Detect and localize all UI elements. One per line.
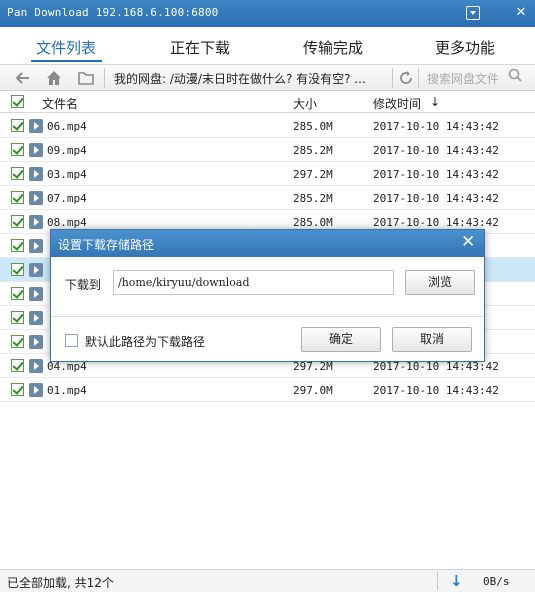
file-name: 07.mp4 (47, 192, 87, 205)
download-path-input[interactable]: /home/kiryuu/download (113, 270, 394, 295)
video-file-icon (29, 335, 43, 349)
file-name: 06.mp4 (47, 120, 87, 133)
default-path-checkbox[interactable] (65, 334, 78, 347)
dropdown-menu-icon[interactable] (466, 6, 480, 20)
file-list-header: 文件名 大小 修改时间 ↓ (0, 91, 535, 113)
file-modified-time: 2017-10-10 14:43:42 (373, 144, 499, 157)
breadcrumb: 我的网盘: /动漫/末日时在做什么? 有没有空? ... (114, 72, 366, 86)
video-file-icon (29, 359, 43, 373)
dialog-close-icon[interactable]: ✕ (461, 232, 475, 252)
video-file-icon (29, 383, 43, 397)
dialog-title-bar: 设置下载存储路径 ✕ (51, 230, 484, 257)
column-modified-time[interactable]: 修改时间 (373, 95, 421, 112)
file-name: 09.mp4 (47, 144, 87, 157)
row-checkbox[interactable] (11, 335, 24, 348)
column-size[interactable]: 大小 (293, 95, 317, 112)
ok-button[interactable]: 确定 (301, 327, 381, 352)
close-icon[interactable]: ✕ (514, 6, 528, 20)
file-size: 297.0M (293, 384, 333, 397)
row-checkbox[interactable] (11, 119, 24, 132)
table-row[interactable]: 09.mp4 285.2M 2017-10-10 14:43:42 (0, 138, 535, 162)
sort-desc-icon: ↓ (430, 95, 441, 109)
dialog-divider (51, 316, 484, 317)
default-path-label[interactable]: 默认此路径为下载路径 (85, 333, 205, 350)
select-all-checkbox[interactable] (11, 95, 24, 108)
tab-completed[interactable]: 传输完成 (303, 37, 363, 58)
toolbar-divider (392, 68, 393, 88)
column-name[interactable]: 文件名 (42, 95, 78, 112)
file-size: 285.0M (293, 216, 333, 229)
file-modified-time: 2017-10-10 14:43:42 (373, 120, 499, 133)
file-modified-time: 2017-10-10 14:43:42 (373, 216, 499, 229)
file-name: 03.mp4 (47, 168, 87, 181)
video-file-icon (29, 167, 43, 181)
active-tab-indicator (31, 60, 102, 62)
search-input[interactable]: 搜索网盘文件 (427, 70, 499, 87)
file-size: 297.2M (293, 168, 333, 181)
cancel-button[interactable]: 取消 (392, 327, 472, 352)
window-title: Pan Download 192.168.6.100:6800 (7, 6, 219, 19)
refresh-icon[interactable] (397, 69, 415, 87)
status-text: 已全部加载, 共12个 (7, 576, 114, 590)
file-size: 285.2M (293, 144, 333, 157)
status-bar: 已全部加载, 共12个 ↓ 0B/s (0, 569, 535, 592)
video-file-icon (29, 287, 43, 301)
tab-more-features[interactable]: 更多功能 (435, 37, 495, 58)
search-icon[interactable] (508, 68, 522, 86)
file-size: 285.0M (293, 120, 333, 133)
row-checkbox[interactable] (11, 167, 24, 180)
file-size: 285.2M (293, 192, 333, 205)
download-arrow-icon: ↓ (450, 572, 463, 590)
search-box[interactable]: 搜索网盘文件 (418, 67, 530, 89)
row-checkbox[interactable] (11, 239, 24, 252)
back-arrow-icon[interactable] (14, 69, 32, 87)
folder-icon[interactable] (77, 69, 95, 87)
file-modified-time: 2017-10-10 14:43:42 (373, 384, 499, 397)
tab-downloading[interactable]: 正在下载 (170, 37, 230, 58)
path-toolbar: 我的网盘: /动漫/末日时在做什么? 有没有空? ... 搜索网盘文件 (0, 64, 535, 91)
table-row[interactable]: 03.mp4 297.2M 2017-10-10 14:43:42 (0, 162, 535, 186)
toolbar-divider (104, 68, 105, 88)
video-file-icon (29, 263, 43, 277)
row-checkbox[interactable] (11, 191, 24, 204)
file-name: 08.mp4 (47, 216, 87, 229)
video-file-icon (29, 311, 43, 325)
video-file-icon (29, 143, 43, 157)
download-to-label: 下载到 (65, 278, 102, 292)
row-checkbox[interactable] (11, 215, 24, 228)
browse-button[interactable]: 浏览 (405, 270, 475, 295)
file-modified-time: 2017-10-10 14:43:42 (373, 192, 499, 205)
row-checkbox[interactable] (11, 287, 24, 300)
table-row[interactable]: 07.mp4 285.2M 2017-10-10 14:43:42 (0, 186, 535, 210)
status-divider (437, 572, 438, 590)
video-file-icon (29, 119, 43, 133)
table-row[interactable]: 06.mp4 285.0M 2017-10-10 14:43:42 (0, 114, 535, 138)
table-row[interactable]: 01.mp4 297.0M 2017-10-10 14:43:42 (0, 378, 535, 402)
file-name: 01.mp4 (47, 384, 87, 397)
title-bar: Pan Download 192.168.6.100:6800 ✕ (0, 0, 535, 27)
row-checkbox[interactable] (11, 359, 24, 372)
row-checkbox[interactable] (11, 143, 24, 156)
tab-file-list[interactable]: 文件列表 (36, 37, 96, 58)
download-path-dialog: 设置下载存储路径 ✕ 下载到 /home/kiryuu/download 浏览 … (50, 229, 485, 362)
video-file-icon (29, 239, 43, 253)
video-file-icon (29, 191, 43, 205)
row-checkbox[interactable] (11, 311, 24, 324)
dialog-title: 设置下载存储路径 (58, 238, 155, 252)
download-speed: 0B/s (483, 575, 510, 588)
video-file-icon (29, 215, 43, 229)
file-modified-time: 2017-10-10 14:43:42 (373, 168, 499, 181)
home-icon[interactable] (45, 69, 63, 87)
row-checkbox[interactable] (11, 263, 24, 276)
tab-bar: 文件列表 正在下载 传输完成 更多功能 (0, 27, 535, 64)
row-checkbox[interactable] (11, 383, 24, 396)
